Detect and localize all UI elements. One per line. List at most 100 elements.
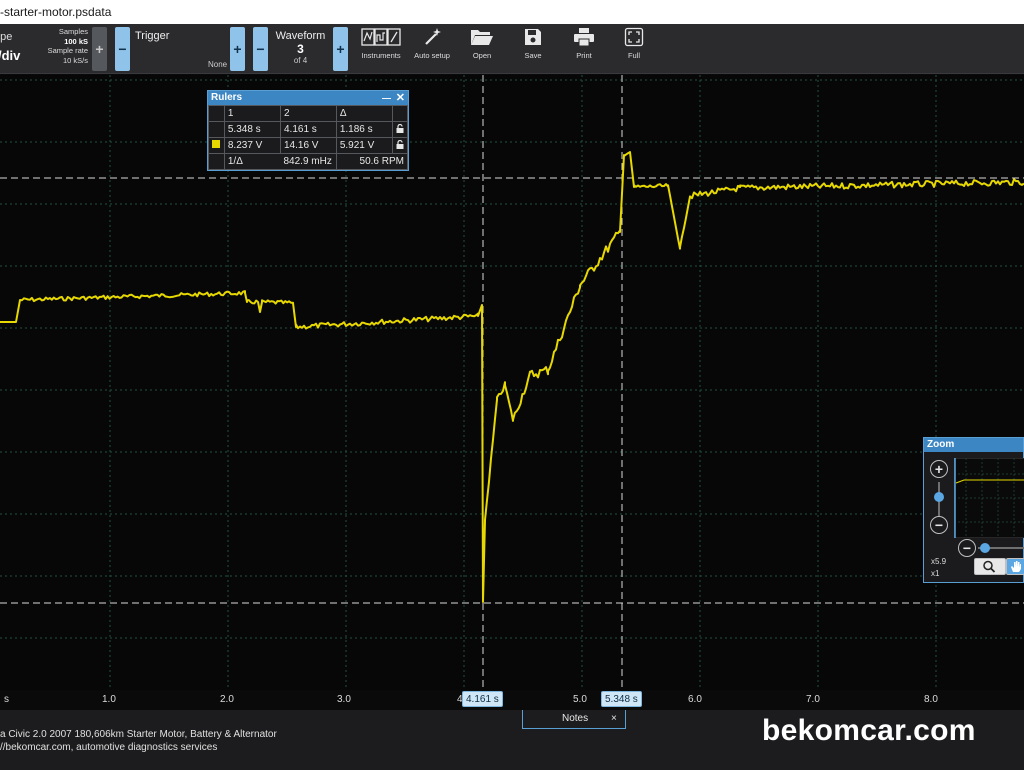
print-button[interactable]: Print <box>560 27 608 60</box>
ruler-flag-1[interactable]: 5.348 s <box>601 691 642 707</box>
zoom-panel[interactable]: Zoom + − − x5.9 x1 <box>923 437 1024 583</box>
auto-setup-button[interactable]: Auto setup <box>408 27 456 60</box>
x-tick-label: 1.0 <box>102 694 116 705</box>
table-cell: 5.348 s <box>223 121 281 138</box>
x-tick-label: 8.0 <box>924 694 938 705</box>
floppy-save-icon <box>525 29 541 45</box>
magnifier-icon <box>983 560 996 573</box>
vertical-zoom-slider[interactable] <box>934 492 944 502</box>
frequency-label: 1/Δ <box>223 153 281 170</box>
zoom-tool-button[interactable] <box>974 558 1006 575</box>
close-icon[interactable]: ✕ <box>396 91 405 105</box>
notes-tab-label: Notes <box>562 713 589 724</box>
magic-wand-icon <box>425 28 441 45</box>
waveform-previous-button[interactable]: − <box>253 27 268 71</box>
samples-value: 100 kS <box>64 36 88 46</box>
full-screen-button[interactable]: Full <box>610 27 658 60</box>
rulers-table: 1 2 Δ 5.348 s 4.161 s 1.186 s 8.237 V 14… <box>208 105 409 170</box>
zoom-out-vertical-button[interactable]: − <box>930 516 948 534</box>
table-row: 1 2 Δ <box>208 105 409 122</box>
x-axis <box>0 690 1024 710</box>
waveform-current: 3 <box>297 42 304 56</box>
zoom-y-factor: x1 <box>931 569 940 578</box>
plot-grid <box>0 75 1024 693</box>
notes-tab[interactable]: Notes × <box>522 710 626 729</box>
vehicle-info: a Civic 2.0 2007 180,606km Starter Motor… <box>0 729 277 740</box>
table-header: 2 <box>279 105 337 122</box>
table-cell: 4.161 s <box>279 121 337 138</box>
table-cell: 14.16 V <box>279 137 337 154</box>
table-row: 8.237 V 14.16 V 5.921 V <box>208 137 409 154</box>
lock-icon[interactable] <box>391 137 409 154</box>
rulers-title: Rulers <box>211 92 243 103</box>
rulers-panel[interactable]: Rulers — ✕ 1 2 Δ 5.348 s 4.161 s 1.186 s… <box>207 90 409 171</box>
samples-info[interactable]: Samples 100 kS Sample rate 10 kS/s <box>46 27 88 65</box>
open-label: Open <box>472 51 492 60</box>
print-label: Print <box>576 51 592 60</box>
x-tick-label: 5.0 <box>573 694 587 705</box>
auto-setup-label: Auto setup <box>414 51 450 60</box>
table-cell <box>208 121 225 138</box>
samples-increase-button[interactable]: + <box>92 27 107 71</box>
full-label: Full <box>627 51 641 60</box>
trigger-label: Trigger <box>135 30 170 42</box>
lock-icon[interactable] <box>391 121 409 138</box>
scope-label: ope <box>0 31 13 43</box>
trigger-decrease-button[interactable]: − <box>115 27 130 71</box>
waveform-next-button[interactable]: + <box>333 27 348 71</box>
folder-open-icon <box>471 30 493 45</box>
x-tick-label: 2.0 <box>220 694 234 705</box>
zoom-overview-preview[interactable] <box>954 458 1024 538</box>
service-info: //bekomcar.com, automotive diagnostics s… <box>0 742 218 753</box>
scope-plot-area[interactable] <box>0 75 1024 695</box>
table-row: 1/Δ 842.9 mHz 50.6 RPM <box>208 153 409 170</box>
zoom-title: Zoom <box>927 439 955 450</box>
instruments-icon <box>361 28 401 46</box>
channel-color-swatch <box>208 137 225 154</box>
close-icon[interactable]: × <box>611 710 617 728</box>
open-button[interactable]: Open <box>458 27 506 60</box>
table-cell <box>208 153 225 170</box>
table-cell: 8.237 V <box>223 137 281 154</box>
waveform-label: Waveform <box>275 30 326 42</box>
table-cell <box>391 105 409 122</box>
printer-icon <box>574 28 594 47</box>
zoom-x-factor: x5.9 <box>931 557 947 566</box>
zoom-in-vertical-button[interactable]: + <box>930 460 948 478</box>
x-tick-label: 6.0 <box>688 694 702 705</box>
zoom-title-bar[interactable]: Zoom <box>924 438 1023 452</box>
sample-rate-label: Sample rate <box>47 46 88 55</box>
waveform-block[interactable]: Waveform 3 of 4 <box>269 27 332 71</box>
table-row: 5.348 s 4.161 s 1.186 s <box>208 121 409 138</box>
trigger-increase-button[interactable]: + <box>230 27 245 71</box>
table-cell <box>208 105 225 122</box>
ruler-flag-2[interactable]: 4.161 s <box>462 691 503 707</box>
minimize-icon[interactable]: — <box>382 91 391 105</box>
table-header: 1 <box>223 105 281 122</box>
save-label: Save <box>524 51 542 60</box>
scale-label: /div <box>0 48 21 63</box>
x-tick-label: 7.0 <box>806 694 820 705</box>
sample-rate-value: 10 kS/s <box>62 55 88 65</box>
frequency-value: 842.9 mHz <box>280 153 337 170</box>
window-title: -starter-motor.psdata <box>0 5 112 19</box>
samples-label: Samples <box>58 27 88 36</box>
pan-tool-button[interactable] <box>1006 558 1024 575</box>
zoom-out-horizontal-button[interactable]: − <box>958 539 976 557</box>
table-header: Δ <box>335 105 393 122</box>
horizontal-zoom-slider[interactable] <box>980 543 990 553</box>
table-cell: 5.921 V <box>335 137 393 154</box>
fullscreen-icon <box>624 27 644 47</box>
instruments-label: Instruments <box>361 51 401 60</box>
watermark-brand: bekomcar.com <box>762 714 976 747</box>
toolbar: ope /div Samples 100 kS Sample rate 10 k… <box>0 24 1024 74</box>
table-cell: 1.186 s <box>335 121 393 138</box>
rpm-value: 50.6 RPM <box>335 153 409 170</box>
rulers-title-bar[interactable]: Rulers — ✕ <box>208 91 408 105</box>
save-button[interactable]: Save <box>509 27 557 60</box>
scope-settings[interactable]: ope /div Samples 100 kS Sample rate 10 k… <box>0 24 92 74</box>
voltage-trace <box>0 151 1024 603</box>
instruments-button[interactable]: Instruments <box>357 27 405 60</box>
hand-pan-icon <box>1011 561 1021 572</box>
trigger-block[interactable]: Trigger None <box>131 27 229 71</box>
